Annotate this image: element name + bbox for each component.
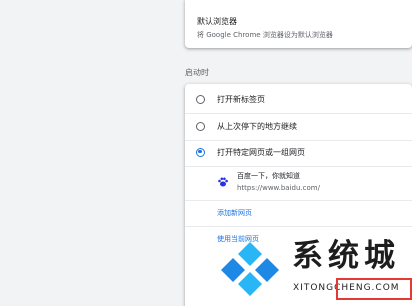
startup-option-continue[interactable]: 从上次停下的地方继续 xyxy=(196,119,297,133)
startup-page-item[interactable]: 百度一下，你就知道 https://www.baidu.com/ xyxy=(217,171,320,195)
startup-option-label: 打开特定网页或一组网页 xyxy=(217,147,305,157)
radio-button[interactable] xyxy=(196,94,205,104)
divider xyxy=(185,226,412,227)
watermark-logo-icon xyxy=(221,242,279,296)
default-browser-card: 默认浏览器 将 Google Chrome 浏览器设为默认浏览器 xyxy=(185,0,412,48)
startup-option-label: 打开新标签页 xyxy=(217,94,265,104)
divider xyxy=(185,200,412,201)
watermark-brand: 系统城 xyxy=(292,238,400,274)
radio-button[interactable] xyxy=(196,121,205,131)
divider xyxy=(185,113,412,114)
add-new-page-link[interactable]: 添加新网页 xyxy=(217,208,252,218)
startup-section-label: 启动时 xyxy=(185,68,209,77)
startup-page-url: https://www.baidu.com/ xyxy=(237,184,320,192)
default-browser-subtitle: 将 Google Chrome 浏览器设为默认浏览器 xyxy=(197,31,333,39)
baidu-paw-icon xyxy=(218,177,228,187)
startup-option-specific-pages[interactable]: 打开特定网页或一组网页 xyxy=(196,145,305,159)
startup-option-new-tab[interactable]: 打开新标签页 xyxy=(196,92,265,106)
divider xyxy=(185,140,412,141)
highlight-box xyxy=(336,278,412,300)
default-browser-title: 默认浏览器 xyxy=(197,17,237,26)
divider xyxy=(185,166,412,167)
startup-option-label: 从上次停下的地方继续 xyxy=(217,121,297,131)
startup-page-name: 百度一下，你就知道 xyxy=(237,172,300,180)
radio-button-selected[interactable] xyxy=(196,147,205,157)
